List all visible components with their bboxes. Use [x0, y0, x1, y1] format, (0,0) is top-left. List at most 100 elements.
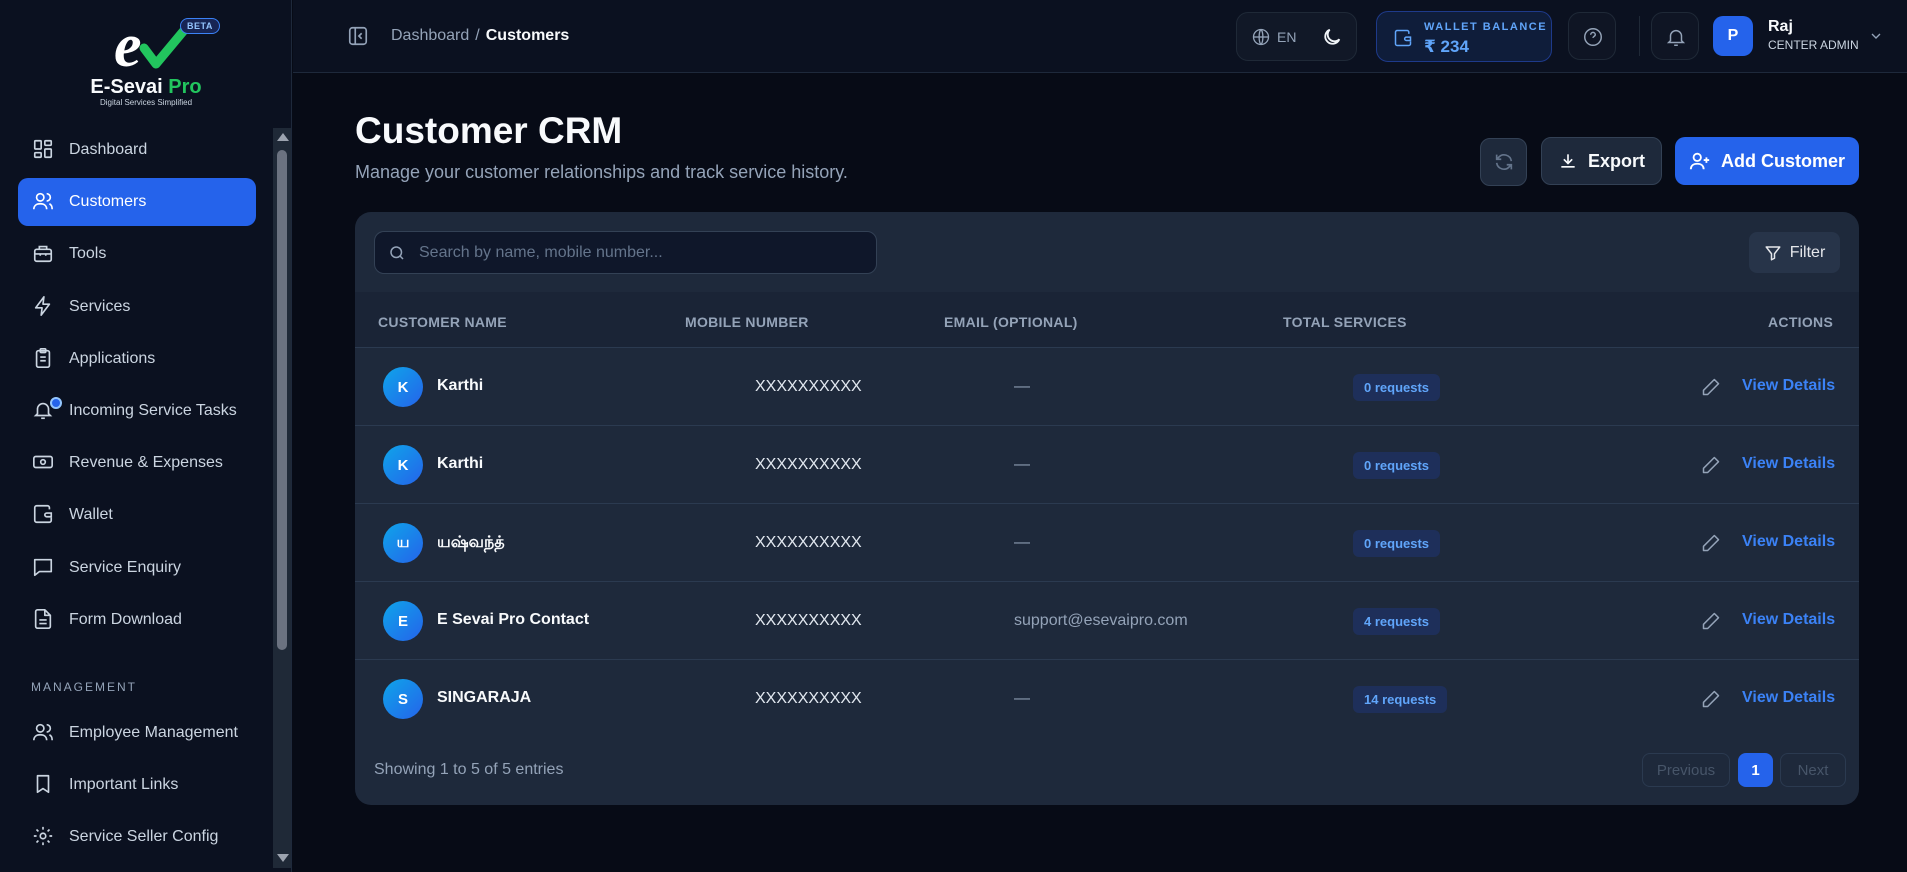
view-details-link[interactable]: View Details: [1742, 689, 1835, 707]
user-avatar[interactable]: P: [1713, 16, 1753, 56]
customer-email: —: [1014, 534, 1030, 551]
refresh-icon: [1495, 154, 1513, 170]
customer-mobile: XXXXXXXXXX: [755, 534, 862, 551]
services-count-badge: 0 requests: [1353, 374, 1441, 401]
chevron-down-icon[interactable]: [1868, 28, 1884, 44]
language-theme-group: EN: [1236, 12, 1357, 61]
customer-email: —: [1014, 456, 1030, 473]
add-customer-label: Add Customer: [1720, 150, 1845, 171]
table-header: CUSTOMER NAME MOBILE NUMBER EMAIL (OPTIO…: [355, 292, 1859, 348]
notifications-button[interactable]: [1651, 12, 1699, 60]
services-count-badge: 0 requests: [1353, 530, 1441, 557]
sidebar-item-tools[interactable]: Tools: [18, 230, 256, 278]
column-header-total-services: TOTAL SERVICES: [1283, 314, 1407, 330]
brand-name: E-Sevai Pro: [90, 76, 202, 98]
edit-pencil-icon[interactable]: [1701, 689, 1721, 709]
toolbox-icon: [32, 242, 56, 266]
customer-name: யஷ்வந்த்: [437, 534, 505, 551]
pagination-previous-button[interactable]: Previous: [1642, 753, 1730, 787]
filter-button[interactable]: Filter: [1749, 232, 1840, 273]
sidebar-item-dashboard[interactable]: Dashboard: [18, 126, 256, 174]
sidebar-item-label: Form Download: [69, 610, 182, 628]
clipboard-icon: [32, 347, 56, 371]
refresh-button[interactable]: [1480, 138, 1527, 186]
search-box[interactable]: [374, 231, 877, 274]
export-button[interactable]: Export: [1541, 137, 1662, 185]
edit-pencil-icon[interactable]: [1701, 377, 1721, 397]
breadcrumb: Dashboard / Customers: [391, 27, 569, 45]
column-header-actions: ACTIONS: [1768, 314, 1834, 330]
gear-icon: [32, 825, 56, 849]
view-details-link[interactable]: View Details: [1742, 377, 1835, 395]
sidebar-item-label: Incoming Service Tasks: [69, 401, 237, 419]
sidebar-nav: Dashboard Customers Tools Services Appli…: [18, 126, 256, 648]
sidebar-collapse-icon[interactable]: [347, 25, 369, 47]
brand-logo[interactable]: e BETA E-Sevai Pro Digital Services Simp…: [80, 14, 230, 108]
sidebar-scrollbar[interactable]: [273, 128, 291, 868]
file-icon: [32, 608, 56, 632]
bookmark-icon: [32, 773, 56, 797]
sidebar-item-service-seller-config[interactable]: Service Seller Config: [18, 813, 256, 861]
sidebar: e BETA E-Sevai Pro Digital Services Simp…: [0, 0, 292, 872]
scroll-up-arrow-icon[interactable]: [277, 133, 289, 141]
customer-avatar: S: [383, 679, 423, 719]
sidebar-item-incoming-service-tasks[interactable]: Incoming Service Tasks: [18, 387, 256, 435]
sidebar-item-label: Employee Management: [69, 724, 238, 741]
scroll-down-arrow-icon[interactable]: [277, 854, 289, 862]
pagination-next-button[interactable]: Next: [1780, 753, 1846, 787]
wallet-balance-value: ₹ 234: [1424, 37, 1469, 56]
breadcrumb-parent[interactable]: Dashboard: [391, 27, 469, 44]
pagination-page-button[interactable]: 1: [1738, 753, 1773, 787]
sidebar-item-customers[interactable]: Customers: [18, 178, 256, 227]
sidebar-item-form-download[interactable]: Form Download: [18, 596, 256, 644]
customer-mobile: XXXXXXXXXX: [755, 690, 862, 707]
scrollbar-thumb[interactable]: [277, 150, 287, 650]
customer-name: Karthi: [437, 377, 484, 394]
user-name[interactable]: Raj: [1768, 18, 1793, 36]
customer-name: E Sevai Pro Contact: [437, 611, 590, 628]
sidebar-section-label: MANAGEMENT: [31, 680, 138, 694]
bolt-icon: [32, 295, 56, 319]
top-bar: Dashboard / Customers EN WALLET BALANCE ₹ …: [293, 0, 1907, 73]
users-icon: [32, 721, 56, 745]
users-icon: [32, 190, 56, 214]
sidebar-item-service-enquiry[interactable]: Service Enquiry: [18, 544, 256, 592]
column-header-mobile-number: MOBILE NUMBER: [685, 314, 809, 330]
help-button[interactable]: [1568, 12, 1616, 60]
edit-pencil-icon[interactable]: [1701, 611, 1721, 631]
svg-text:e: e: [114, 14, 142, 76]
sidebar-item-services[interactable]: Services: [18, 283, 256, 331]
wallet-icon: [1393, 28, 1413, 48]
sidebar-item-wallet[interactable]: Wallet: [18, 491, 256, 539]
customer-email: support@esevaipro.com: [1014, 612, 1188, 629]
customer-avatar: E: [383, 601, 423, 641]
view-details-link[interactable]: View Details: [1742, 455, 1835, 473]
view-details-link[interactable]: View Details: [1742, 611, 1835, 629]
sidebar-item-label: Applications: [69, 349, 156, 367]
edit-pencil-icon[interactable]: [1701, 533, 1721, 553]
language-switcher[interactable]: EN: [1251, 27, 1296, 47]
sidebar-item-revenue-expenses[interactable]: Revenue & Expenses: [18, 439, 256, 487]
sidebar-item-applications[interactable]: Applications: [18, 335, 256, 383]
search-input[interactable]: [419, 232, 859, 273]
sidebar-item-employee-management[interactable]: Employee Management: [18, 709, 256, 757]
edit-pencil-icon[interactable]: [1701, 455, 1721, 475]
customer-avatar: K: [383, 445, 423, 485]
moon-icon[interactable]: [1321, 26, 1343, 48]
sidebar-item-label: Revenue & Expenses: [69, 454, 223, 472]
user-role: CENTER ADMIN: [1768, 38, 1859, 52]
sidebar-item-label: Dashboard: [69, 141, 148, 158]
sidebar-item-important-links[interactable]: Important Links: [18, 761, 256, 809]
export-label: Export: [1587, 150, 1645, 171]
breadcrumb-current: Customers: [485, 27, 570, 44]
sidebar-item-label: Tools: [69, 245, 107, 263]
filter-icon: [1765, 245, 1781, 260]
header-divider: [1639, 16, 1640, 56]
globe-icon: [1252, 28, 1270, 46]
table-row: S SINGARAJA XXXXXXXXXX — 14 requests Vie…: [355, 660, 1859, 738]
breadcrumb-separator: /: [475, 27, 480, 44]
wallet-balance-widget[interactable]: WALLET BALANCE ₹ 234: [1376, 11, 1552, 62]
view-details-link[interactable]: View Details: [1742, 533, 1835, 551]
add-customer-button[interactable]: Add Customer: [1675, 137, 1859, 185]
column-header-customer-name: CUSTOMER NAME: [378, 314, 507, 330]
